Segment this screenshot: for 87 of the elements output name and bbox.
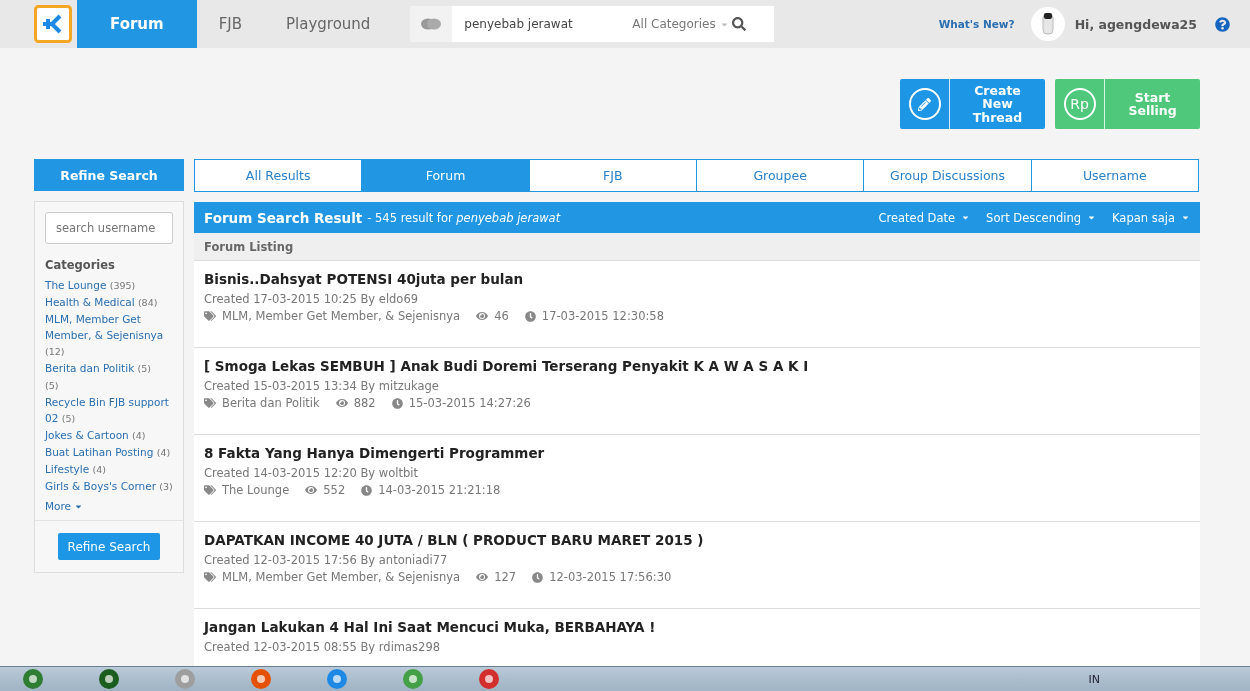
eye-icon — [476, 571, 489, 583]
eye-icon — [335, 397, 348, 409]
category-link[interactable]: MLM, Member Get Member, & Sejenisnya (12) — [45, 311, 173, 360]
search-field[interactable]: penyebab jerawat All Categories — [410, 6, 775, 42]
thread-title[interactable]: DAPATKAN INCOME 40 JUTA / BLN ( PRODUCT BARU MARET 2015 ) — [204, 532, 1190, 548]
thread-category: MLM, Member Get Member, & Sejenisnya — [222, 570, 461, 584]
results-summary: - 545 result for penyebab jerawat — [367, 210, 561, 225]
thread-category: The Lounge — [222, 483, 290, 497]
last-post-time: 15-03-2015 14:27:26 — [408, 396, 531, 410]
category-link[interactable]: The Lounge (395) — [45, 277, 173, 294]
clock-icon — [532, 571, 544, 583]
refine-search-button[interactable]: Refine Search — [57, 533, 161, 560]
listing-header: Forum Listing — [194, 233, 1200, 261]
nav-tab[interactable]: Forum — [77, 0, 197, 48]
thread-title[interactable]: Bisnis..Dahsyat POTENSI 40juta per bulan — [204, 271, 1190, 287]
view-count: 46 — [494, 309, 509, 323]
pencil-icon — [908, 88, 941, 120]
tag-icon — [204, 484, 216, 496]
app-icon[interactable] — [248, 668, 274, 690]
refine-search-header: Refine Search — [34, 159, 184, 191]
rupiah-text: Rp — [1063, 88, 1096, 120]
thread-created: Created 12-03-2015 08:55 By rdimas298 — [204, 640, 441, 654]
search-icon[interactable] — [732, 17, 747, 31]
app-icon[interactable] — [476, 668, 502, 690]
tag-icon — [204, 571, 216, 583]
clock-icon — [391, 397, 403, 409]
thread-created: Created 15-03-2015 13:34 By mitzukage — [204, 379, 440, 393]
sort-dropdown[interactable]: Created Date — [878, 210, 971, 225]
result-tab[interactable]: Forum — [361, 160, 529, 191]
result-tab[interactable]: FJB — [528, 160, 696, 191]
thread-title[interactable]: 8 Fakta Yang Hanya Dimengerti Programmer — [204, 445, 1190, 461]
result-tab[interactable]: All Results — [195, 160, 362, 191]
app-icon[interactable] — [96, 668, 122, 690]
view-count: 127 — [494, 570, 517, 584]
view-count: 882 — [353, 396, 376, 410]
category-dropdown[interactable]: All Categories — [632, 17, 733, 31]
chat-bubble-icon — [421, 18, 442, 30]
app-icon[interactable] — [172, 668, 198, 690]
help-icon[interactable] — [1215, 16, 1230, 32]
category-link[interactable]: Berita dan Politik (5) — [45, 360, 173, 377]
caret-icon — [1087, 213, 1097, 222]
greeting-text: Hi, agengdewa25 — [1074, 16, 1197, 32]
app-icon[interactable] — [324, 668, 350, 690]
clock-icon — [361, 484, 373, 496]
category-link[interactable]: Recycle Bin FJB support 02 (5) — [45, 394, 173, 427]
app-icon[interactable] — [400, 668, 426, 690]
category-link[interactable]: Buat Latihan Posting (4) — [45, 444, 173, 461]
thread-created: Created 14-03-2015 12:20 By woltbit — [204, 466, 419, 480]
results-title: Forum Search Result — [204, 209, 363, 226]
create-thread-button[interactable]: Create New Thread — [900, 79, 1045, 129]
thread-category: Berita dan Politik — [222, 396, 320, 410]
caret-icon — [961, 213, 971, 222]
logo-icon[interactable] — [34, 5, 72, 43]
thread-created: Created 17-03-2015 10:25 By eldo69 — [204, 292, 420, 306]
eye-icon — [305, 484, 318, 496]
eye-icon — [476, 310, 489, 322]
last-post-time: 14-03-2015 21:21:18 — [378, 483, 501, 497]
whats-new-link[interactable]: What's New? — [938, 18, 1015, 30]
caret-icon — [1181, 213, 1190, 222]
category-link[interactable]: Health & Medical (84) — [45, 294, 173, 311]
language-indicator[interactable]: IN — [1088, 672, 1100, 686]
thread-title[interactable]: [ Smoga Lekas SEMBUH ] Anak Budi Doremi Terserang Penyakit K A W A S A K I — [204, 358, 1190, 374]
last-post-time: 12-03-2015 17:56:30 — [549, 570, 672, 584]
sort-dropdown[interactable]: Kapan saja — [1112, 210, 1190, 225]
username-field[interactable]: search username — [45, 212, 173, 244]
categories-heading: Categories — [45, 258, 116, 272]
thread-title[interactable]: Jangan Lakukan 4 Hal Ini Saat Mencuci Muka, BERBAHAYA ! — [204, 619, 1190, 635]
category-link[interactable]: (5) — [45, 377, 173, 394]
more-link[interactable]: More — [45, 500, 84, 512]
last-post-time: 17-03-2015 12:30:58 — [541, 309, 664, 323]
tag-icon — [204, 310, 216, 322]
tag-icon — [204, 397, 216, 409]
result-tab[interactable]: Group Discussions — [863, 160, 1031, 191]
nav-tab[interactable]: FJB — [196, 0, 264, 48]
category-link[interactable]: Lifestyle (4) — [45, 461, 173, 478]
category-link[interactable]: Girls & Boys's Corner (3) — [45, 478, 173, 495]
app-icon[interactable] — [20, 668, 46, 690]
result-tab[interactable]: Groupee — [696, 160, 864, 191]
clock-icon — [524, 310, 536, 322]
category-link[interactable]: Jokes & Cartoon (4) — [45, 427, 173, 444]
view-count: 552 — [323, 483, 346, 497]
result-tab[interactable]: Username — [1030, 160, 1198, 191]
thread-created: Created 12-03-2015 17:56 By antoniadi77 — [204, 553, 449, 567]
sort-dropdown[interactable]: Sort Descending — [986, 210, 1097, 225]
avatar-icon[interactable] — [1030, 7, 1065, 41]
thread-category: MLM, Member Get Member, & Sejenisnya — [222, 309, 461, 323]
nav-tab[interactable]: Playground — [264, 0, 393, 48]
